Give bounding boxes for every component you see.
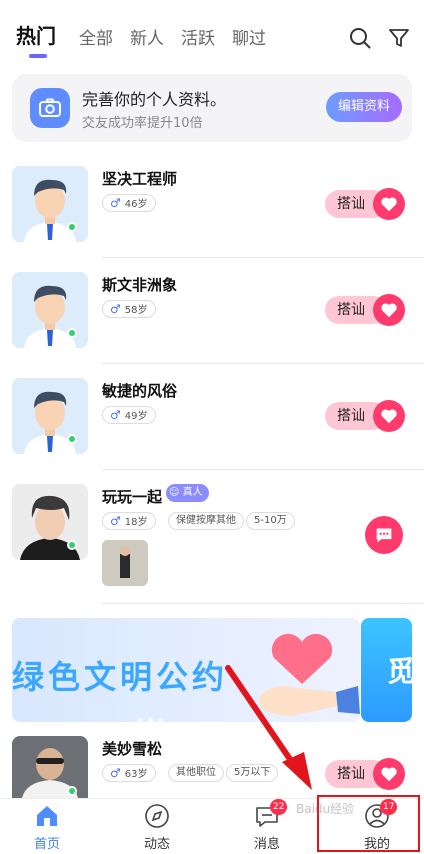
- user-photo-thumbnail[interactable]: [102, 540, 148, 586]
- greet-button[interactable]: 搭讪: [325, 400, 405, 432]
- nav-moments-label: 动态: [143, 837, 170, 852]
- male-icon: ♂: [110, 514, 121, 528]
- age-tag: ♂ 63岁: [102, 764, 156, 782]
- tab-all[interactable]: 全部: [79, 24, 113, 49]
- online-status-dot: [67, 328, 77, 338]
- age-tag: ♂ 58岁: [102, 300, 156, 318]
- male-icon: ♂: [110, 302, 121, 316]
- watermark: Baidu经验: [296, 802, 355, 816]
- age-tag: ♂ 49岁: [102, 406, 156, 424]
- income-tag: 5-10万: [246, 512, 295, 530]
- user-name: 坚决工程师: [102, 170, 178, 188]
- messages-badge: 22: [270, 799, 288, 815]
- user-name: 敏捷的风俗: [102, 382, 178, 400]
- avatar[interactable]: [12, 378, 88, 454]
- divider: [102, 603, 424, 604]
- heart-icon: [373, 188, 405, 220]
- nav-moments[interactable]: 动态: [122, 803, 192, 852]
- avatar[interactable]: [12, 166, 88, 242]
- verified-badge: ☺ 真人: [166, 484, 209, 502]
- promo-banner[interactable]: 绿色文明公约: [12, 618, 360, 722]
- online-status-dot: [67, 222, 77, 232]
- nav-home-label: 首页: [33, 837, 60, 852]
- message-button[interactable]: [365, 516, 403, 554]
- top-tab-bar: 热门 全部 新人 活跃 聊过: [0, 0, 424, 64]
- age-tag: ♂ 18岁: [102, 512, 156, 530]
- user-name: 斯文非洲象: [102, 276, 178, 294]
- user-name: 美妙雪松: [102, 740, 163, 758]
- search-icon[interactable]: [348, 26, 372, 50]
- divider: [102, 363, 424, 364]
- active-tab-indicator: [29, 54, 47, 58]
- filter-icon[interactable]: [387, 26, 411, 50]
- nav-messages-label: 消息: [253, 837, 280, 852]
- male-icon: ♂: [110, 196, 121, 210]
- tab-hot[interactable]: 热门: [16, 20, 56, 49]
- online-status-dot: [67, 540, 77, 550]
- age-tag: ♂ 46岁: [102, 194, 156, 212]
- tab-new[interactable]: 新人: [130, 24, 164, 49]
- banner-title: 绿色文明公约: [12, 658, 229, 696]
- tab-active[interactable]: 活跃: [181, 24, 215, 49]
- heart-icon: [373, 758, 405, 790]
- user-name: 玩玩一起: [102, 488, 163, 506]
- occupation-tag: 其他职位: [168, 764, 224, 782]
- chat-bubble-icon: [376, 528, 392, 543]
- profile-card-subtitle: 交友成功率提升10倍: [82, 116, 203, 131]
- divider: [102, 257, 424, 258]
- edit-profile-button[interactable]: 编辑资料: [326, 92, 402, 122]
- male-icon: ♂: [110, 408, 121, 422]
- online-status-dot: [67, 434, 77, 444]
- heart-icon: [373, 400, 405, 432]
- greet-button[interactable]: 搭讪: [325, 294, 405, 326]
- nav-messages[interactable]: 22 消息: [232, 799, 302, 852]
- divider: [102, 469, 424, 470]
- heart-hand-icon: [260, 633, 360, 716]
- next-promo-banner[interactable]: 觅: [361, 618, 412, 722]
- message-icon: 22: [254, 799, 288, 829]
- profile-card-title: 完善你的个人资料。: [82, 90, 227, 109]
- person-icon: ☺: [169, 487, 180, 498]
- occupation-tag: 保健按摩其他: [168, 512, 244, 530]
- compass-icon: [144, 803, 170, 829]
- greet-button[interactable]: 搭讪: [325, 758, 405, 790]
- avatar[interactable]: [12, 484, 88, 560]
- tab-chatted[interactable]: 聊过: [232, 24, 266, 49]
- home-icon: [34, 803, 60, 829]
- online-status-dot: [67, 786, 77, 796]
- complete-profile-card[interactable]: 完善你的个人资料。 交友成功率提升10倍 编辑资料: [12, 74, 412, 142]
- greet-button[interactable]: 搭讪: [325, 188, 405, 220]
- camera-icon: [30, 88, 70, 128]
- avatar[interactable]: [12, 272, 88, 348]
- income-tag: 5万以下: [226, 764, 279, 782]
- heart-icon: [373, 294, 405, 326]
- male-icon: ♂: [110, 766, 121, 780]
- nav-home[interactable]: 首页: [12, 803, 82, 852]
- banner-pagination: [138, 708, 168, 727]
